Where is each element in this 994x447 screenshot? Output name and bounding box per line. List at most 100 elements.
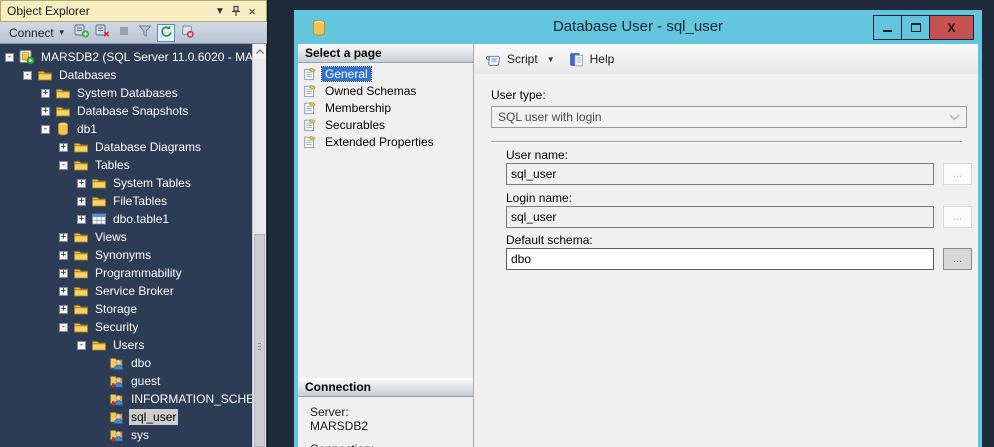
tree-item-label: Synonyms <box>93 247 153 263</box>
tree-item-users[interactable]: - Users <box>1 336 266 354</box>
tree-item-marsdb2-sql-server-11-0-6020-marsd[interactable]: - MARSDB2 (SQL Server 11.0.6020 - MARSD <box>1 48 266 66</box>
tree-item-guest[interactable]: guest <box>1 372 266 390</box>
tree-item-label: dbo <box>129 355 153 371</box>
connection-server: Server: MARSDB2 <box>298 397 473 433</box>
user-name-label: User name: <box>506 148 568 162</box>
expand-icon[interactable]: + <box>41 107 50 116</box>
tree-item-sql-user[interactable]: sql_user <box>1 408 266 426</box>
dialog-toolbar: Script ▼ Help <box>475 44 978 74</box>
dialog-titlebar[interactable]: Database User - sql_user X <box>298 14 978 44</box>
tree-item-label: Database Snapshots <box>75 103 190 119</box>
tree-item-label: System Tables <box>111 175 193 191</box>
window-position-icon[interactable]: ▼ <box>212 3 228 19</box>
separator <box>491 141 962 143</box>
page-item-owned-schemas[interactable]: Owned Schemas <box>298 82 473 99</box>
collapse-icon[interactable]: - <box>59 323 68 332</box>
tree-item-storage[interactable]: +Storage <box>1 300 266 318</box>
expand-icon[interactable]: + <box>59 143 68 152</box>
expand-icon[interactable]: + <box>77 197 86 206</box>
tree-item-security[interactable]: -Security <box>1 318 266 336</box>
object-explorer-panel: Object Explorer ▼ × Connect ▼ -MARSDB2 (… <box>0 0 268 447</box>
expand-icon[interactable]: + <box>77 215 86 224</box>
expand-icon[interactable]: + <box>77 179 86 188</box>
tree-item-label: INFORMATION_SCHEM <box>129 391 266 407</box>
connection-label: Connection: <box>298 433 473 447</box>
tree-item-label: Users <box>111 337 146 353</box>
tree-item-dbo-table1[interactable]: +dbo.table1 <box>1 210 266 228</box>
object-explorer-titlebar: Object Explorer ▼ × <box>0 0 267 22</box>
pin-icon[interactable] <box>228 3 244 19</box>
page-item-membership[interactable]: Membership <box>298 99 473 116</box>
tree-item-label: MARSDB2 (SQL Server 11.0.6020 - MARSD <box>39 49 266 65</box>
tree-item-system-tables[interactable]: + System Tables <box>1 174 266 192</box>
tree-item-service-broker[interactable]: +Service Broker <box>1 282 266 300</box>
default-schema-browse-button[interactable]: ... <box>943 248 972 270</box>
collapse-icon[interactable]: - <box>41 125 50 134</box>
scrollbar-up-icon[interactable] <box>253 44 266 59</box>
expand-icon[interactable]: + <box>59 269 68 278</box>
script-button[interactable]: Script <box>507 52 538 66</box>
server-icon <box>19 49 35 65</box>
tree-item-databases[interactable]: - Databases <box>1 66 266 84</box>
scrollbar-grip <box>258 343 261 350</box>
tree-item-db1[interactable]: -db1 <box>1 120 266 138</box>
tree-item-dbo[interactable]: dbo <box>1 354 266 372</box>
tree-item-label: Databases <box>57 67 118 83</box>
close-icon[interactable]: × <box>244 3 260 19</box>
collapse-icon[interactable]: - <box>77 341 86 350</box>
default-schema-input[interactable] <box>506 248 934 270</box>
server-disconnect-button[interactable] <box>94 24 112 42</box>
page-item-label: Owned Schemas <box>322 84 419 98</box>
page-item-extended-properties[interactable]: Extended Properties <box>298 133 473 150</box>
tree-item-synonyms[interactable]: + Synonyms <box>1 246 266 264</box>
refresh-button[interactable] <box>157 24 175 42</box>
filter-button[interactable] <box>136 24 154 42</box>
expand-icon[interactable]: + <box>59 251 68 260</box>
maximize-button[interactable] <box>901 15 930 40</box>
connection-header: Connection <box>298 378 473 397</box>
help-button[interactable]: Help <box>590 52 615 66</box>
login-name-label: Login name: <box>506 191 572 205</box>
tree-item-database-diagrams[interactable]: +Database Diagrams <box>1 138 266 156</box>
filter-icon <box>137 23 153 42</box>
tree-item-system-databases[interactable]: +System Databases <box>1 84 266 102</box>
user-type-value: SQL user with login <box>498 110 949 124</box>
user-disabled-icon <box>109 373 125 389</box>
tree-item-database-snapshots[interactable]: + Database Snapshots <box>1 102 266 120</box>
tree-item-filetables[interactable]: + FileTables <box>1 192 266 210</box>
collapse-icon[interactable]: - <box>59 161 68 170</box>
tree-item-tables[interactable]: -Tables <box>1 156 266 174</box>
user-disabled-icon <box>109 427 125 443</box>
tree-item-label: FileTables <box>111 193 169 209</box>
close-button[interactable]: X <box>929 15 974 40</box>
folder-icon <box>73 139 89 155</box>
combo-chevron-icon <box>949 110 960 124</box>
script-error-button[interactable] <box>178 24 196 42</box>
connect-button[interactable]: Connect ▼ <box>5 25 70 41</box>
tree-item-information-schem[interactable]: INFORMATION_SCHEM <box>1 390 266 408</box>
page-item-securables[interactable]: Securables <box>298 116 473 133</box>
expand-icon[interactable]: + <box>59 287 68 296</box>
stop-button[interactable] <box>115 24 133 42</box>
script-dropdown-icon[interactable]: ▼ <box>547 55 555 64</box>
folder-icon <box>55 103 71 119</box>
server-value: MARSDB2 <box>310 419 473 433</box>
chevron-down-icon: ▼ <box>58 28 66 37</box>
scrollbar-thumb[interactable] <box>254 234 265 447</box>
collapse-icon[interactable]: - <box>23 71 32 80</box>
tree-item-views[interactable]: +Views <box>1 228 266 246</box>
user-type-combobox[interactable]: SQL user with login <box>491 106 967 128</box>
page-icon <box>303 101 317 115</box>
tree-item-programmability[interactable]: + Programmability <box>1 264 266 282</box>
expand-icon[interactable]: + <box>41 89 50 98</box>
page-icon <box>303 118 317 132</box>
tree-item-sys[interactable]: sys <box>1 426 266 444</box>
tree-item-label: Programmability <box>93 265 184 281</box>
server-connect-button[interactable] <box>73 24 91 42</box>
expand-icon[interactable]: + <box>59 305 68 314</box>
expand-icon[interactable]: + <box>59 233 68 242</box>
minimize-button[interactable] <box>873 15 902 40</box>
collapse-icon[interactable]: - <box>5 53 14 62</box>
page-item-general[interactable]: General <box>298 65 473 82</box>
tree-scrollbar[interactable] <box>252 44 266 447</box>
